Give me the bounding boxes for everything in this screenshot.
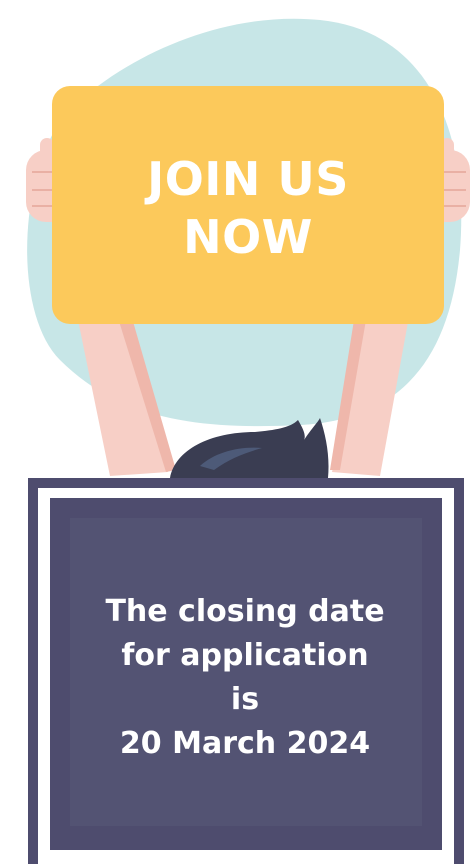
closing-date-message: The closing date for application is 20 M… — [70, 590, 420, 766]
sign-line-1: JOIN US — [147, 152, 349, 206]
board-line-3: is — [230, 682, 260, 717]
board-line-4: 20 March 2024 — [119, 726, 371, 761]
sign-headline: JOIN US NOW — [52, 150, 444, 266]
sign-line-2: NOW — [183, 210, 313, 264]
board-line-2: for application — [121, 638, 369, 673]
poster: JOIN US NOW The closing date for applica… — [0, 0, 474, 864]
board-line-1: The closing date — [105, 594, 385, 629]
